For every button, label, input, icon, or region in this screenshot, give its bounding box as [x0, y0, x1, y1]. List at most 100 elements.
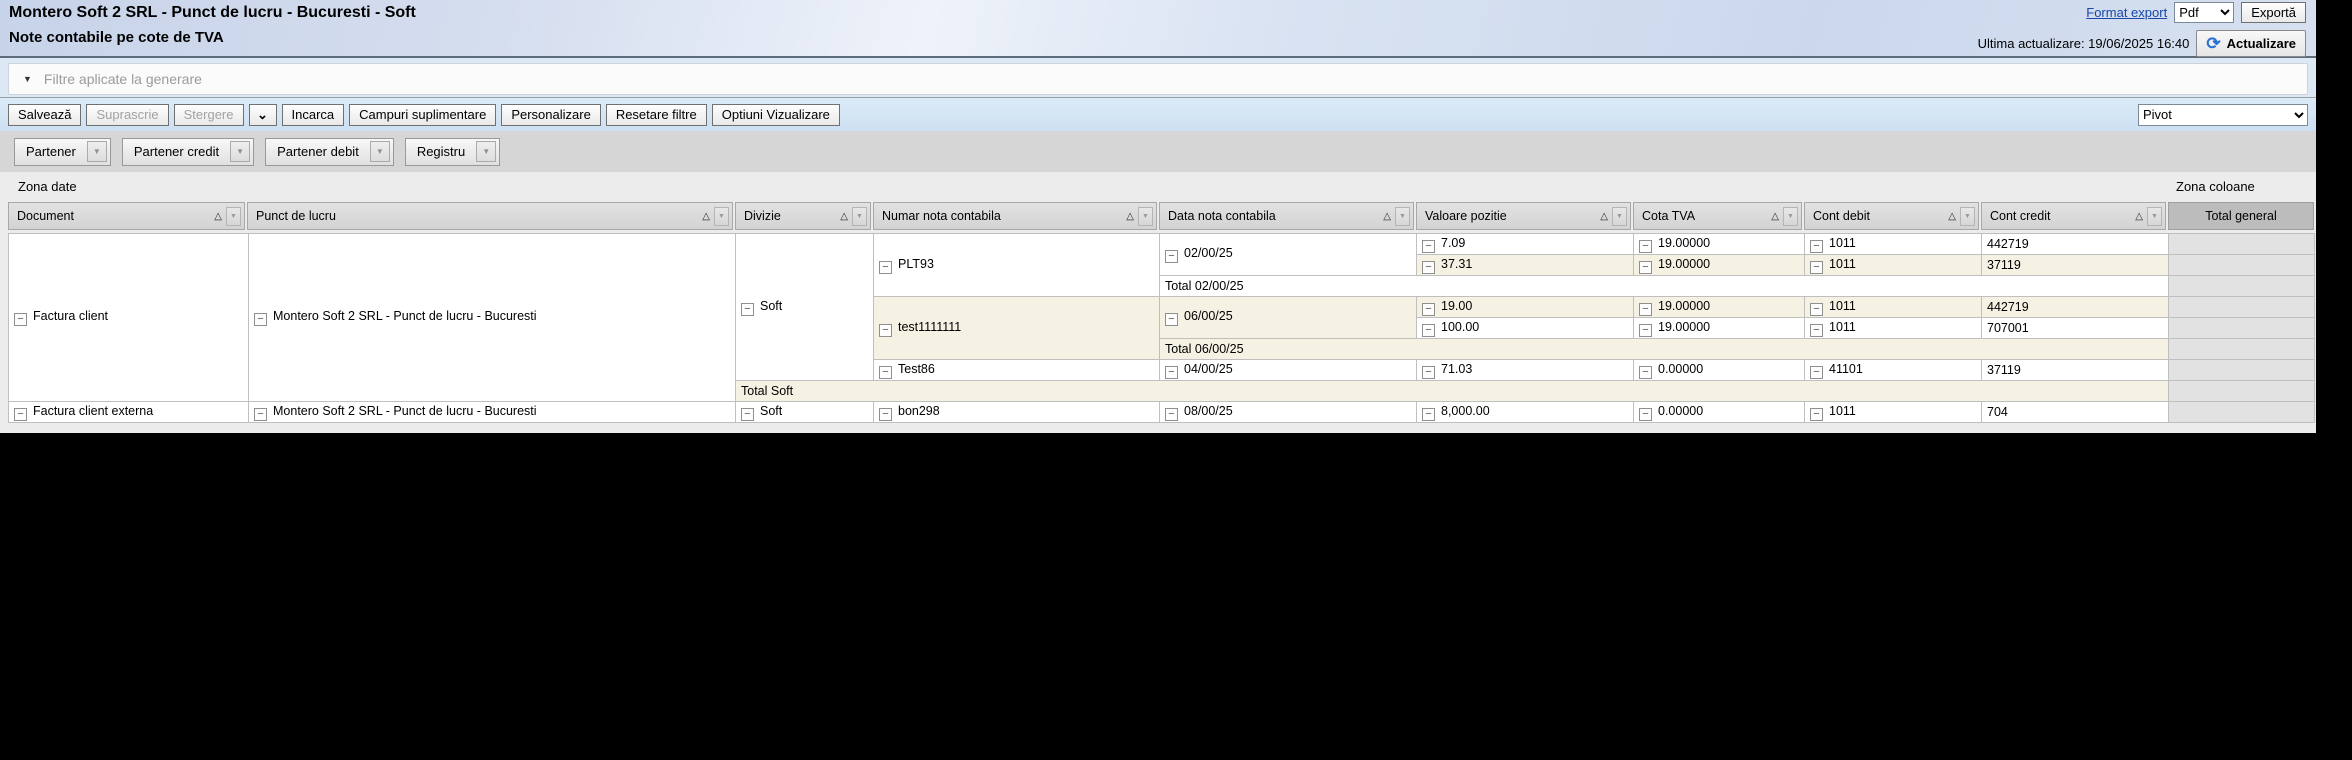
filter-field-partener-debit[interactable]: Partener debit ▼	[265, 138, 394, 166]
collapse-icon[interactable]: −	[1639, 324, 1652, 337]
collapse-icon[interactable]: −	[254, 408, 267, 421]
sort-asc-icon[interactable]: △	[840, 211, 848, 222]
chevron-down-icon[interactable]: ▼	[370, 141, 390, 162]
column-header-divizie[interactable]: Divizie △ ▼	[735, 202, 871, 230]
collapse-icon[interactable]: −	[1810, 303, 1823, 316]
column-header-cont-credit[interactable]: Cont credit △ ▼	[1981, 202, 2166, 230]
format-export-link[interactable]: Format export	[2086, 5, 2167, 20]
collapse-icon[interactable]: −	[879, 366, 892, 379]
sort-asc-icon[interactable]: △	[1600, 211, 1608, 222]
collapse-icon[interactable]: −	[1810, 261, 1823, 274]
extra-fields-button[interactable]: Campuri suplimentare	[349, 104, 496, 126]
cell-text: 704	[1987, 405, 2008, 419]
column-header-label: Cota TVA	[1642, 209, 1771, 223]
filter-dropdown-icon[interactable]: ▼	[1395, 207, 1410, 226]
collapse-icon[interactable]: −	[741, 408, 754, 421]
filter-field-partener-credit[interactable]: Partener credit ▼	[122, 138, 254, 166]
collapse-icon[interactable]: −	[1810, 366, 1823, 379]
collapse-icon[interactable]: −	[1422, 408, 1435, 421]
filter-dropdown-icon[interactable]: ▼	[1612, 207, 1627, 226]
column-header-punct-de-lucru[interactable]: Punct de lucru △ ▼	[247, 202, 733, 230]
collapse-icon[interactable]: −	[741, 303, 754, 316]
export-button[interactable]: Exportă	[2241, 2, 2306, 23]
collapse-icon[interactable]: −	[1810, 408, 1823, 421]
personalize-button[interactable]: Personalizare	[501, 104, 601, 126]
sort-asc-icon[interactable]: △	[214, 211, 222, 222]
collapse-icon[interactable]: −	[254, 313, 267, 326]
collapse-icon[interactable]: −	[1810, 240, 1823, 253]
collapse-icon[interactable]: −	[1165, 366, 1178, 379]
cell-divizie: −Soft	[736, 402, 874, 423]
sort-asc-icon[interactable]: △	[1383, 211, 1391, 222]
collapse-icon[interactable]: −	[14, 408, 27, 421]
cell-text: Total 02/00/25	[1165, 279, 1244, 293]
column-header-valoare-pozitie[interactable]: Valoare pozitie △ ▼	[1416, 202, 1631, 230]
filter-field-registru[interactable]: Registru ▼	[405, 138, 500, 166]
layout-dropdown-button[interactable]: ⌄	[249, 104, 277, 126]
view-mode-select[interactable]: Pivot	[2138, 104, 2308, 126]
cell-text: 7.09	[1441, 236, 1465, 250]
reset-filters-button[interactable]: Resetare filtre	[606, 104, 707, 126]
sort-asc-icon[interactable]: △	[2135, 211, 2143, 222]
sort-asc-icon[interactable]: △	[1771, 211, 1779, 222]
column-header-cont-debit[interactable]: Cont debit △ ▼	[1804, 202, 1979, 230]
column-header-cota-tva[interactable]: Cota TVA △ ▼	[1633, 202, 1802, 230]
filter-dropdown-icon[interactable]: ▼	[1783, 207, 1798, 226]
collapse-icon[interactable]: −	[1422, 324, 1435, 337]
collapse-icon[interactable]: −	[879, 324, 892, 337]
sort-asc-icon[interactable]: △	[1948, 211, 1956, 222]
toolbar: Salvează Suprascrie Stergere ⌄ Incarca C…	[0, 97, 2316, 131]
cell-text: Test86	[898, 362, 935, 376]
collapse-icon[interactable]: −	[1422, 261, 1435, 274]
chevron-down-icon[interactable]: ▼	[230, 141, 250, 162]
collapse-icon[interactable]: −	[14, 313, 27, 326]
cell-valoare: −7.09	[1417, 234, 1634, 255]
filter-dropdown-icon[interactable]: ▼	[1960, 207, 1975, 226]
filter-dropdown-icon[interactable]: ▼	[1138, 207, 1153, 226]
collapse-icon[interactable]: −	[1639, 303, 1652, 316]
collapse-icon[interactable]: −	[1810, 324, 1823, 337]
chevron-down-icon[interactable]: ▼	[87, 141, 107, 162]
pivot-data-table: −Factura client −Montero Soft 2 SRL - Pu…	[8, 233, 2315, 423]
filter-dropdown-icon[interactable]: ▼	[226, 207, 241, 226]
collapse-icon[interactable]: −	[1422, 240, 1435, 253]
applied-filters-panel[interactable]: ▼ Filtre aplicate la generare	[8, 63, 2308, 95]
chevron-down-icon[interactable]: ▼	[476, 141, 496, 162]
collapse-icon[interactable]: −	[1639, 240, 1652, 253]
cell-valoare: −100.00	[1417, 318, 1634, 339]
column-header-data-nota-contabila[interactable]: Data nota contabila △ ▼	[1159, 202, 1414, 230]
column-header-document[interactable]: Document △ ▼	[8, 202, 245, 230]
cell-text: 1011	[1829, 320, 1856, 334]
collapse-icon[interactable]: −	[1639, 408, 1652, 421]
collapse-icon[interactable]: −	[1165, 250, 1178, 263]
collapse-icon[interactable]: −	[1639, 261, 1652, 274]
collapse-icon[interactable]: −	[879, 261, 892, 274]
save-button[interactable]: Salvează	[8, 104, 81, 126]
sort-asc-icon[interactable]: △	[702, 211, 710, 222]
filter-dropdown-icon[interactable]: ▼	[714, 207, 729, 226]
collapse-icon[interactable]: −	[1422, 303, 1435, 316]
overwrite-button[interactable]: Suprascrie	[86, 104, 168, 126]
filter-dropdown-icon[interactable]: ▼	[2147, 207, 2162, 226]
column-header-label: Divizie	[744, 209, 840, 223]
cell-cont-credit: 442719	[1982, 297, 2169, 318]
page-title: Montero Soft 2 SRL - Punct de lucru - Bu…	[9, 4, 416, 22]
filter-field-partener[interactable]: Partener ▼	[14, 138, 111, 166]
column-header-numar-nota-contabila[interactable]: Numar nota contabila △ ▼	[873, 202, 1157, 230]
refresh-button[interactable]: ⟳ Actualizare	[2196, 30, 2306, 57]
collapse-icon[interactable]: −	[1165, 408, 1178, 421]
delete-button[interactable]: Stergere	[174, 104, 244, 126]
collapse-icon[interactable]: −	[1165, 313, 1178, 326]
collapse-triangle-icon[interactable]: ▼	[23, 74, 32, 84]
load-button[interactable]: Incarca	[282, 104, 345, 126]
column-header-label: Total general	[2205, 209, 2277, 223]
collapse-icon[interactable]: −	[1639, 366, 1652, 379]
filter-dropdown-icon[interactable]: ▼	[852, 207, 867, 226]
cell-text: 1011	[1829, 257, 1856, 271]
report-title: Note contabile pe cote de TVA	[9, 29, 224, 46]
view-options-button[interactable]: Optiuni Vizualizare	[712, 104, 840, 126]
collapse-icon[interactable]: −	[1422, 366, 1435, 379]
sort-asc-icon[interactable]: △	[1126, 211, 1134, 222]
collapse-icon[interactable]: −	[879, 408, 892, 421]
export-format-select[interactable]: Pdf	[2174, 2, 2234, 23]
